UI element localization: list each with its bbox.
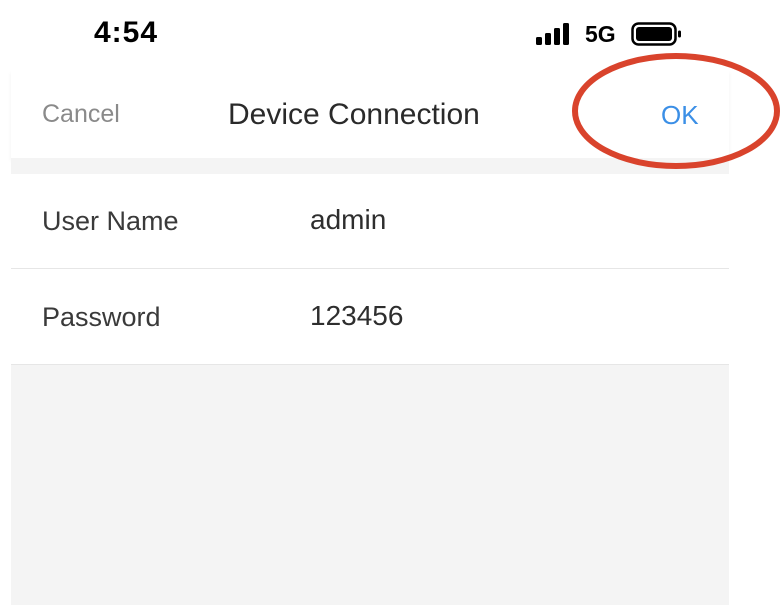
status-bar: 4:54 5G	[0, 0, 782, 70]
username-label: User Name	[42, 206, 179, 236]
page-title: Device Connection	[228, 98, 480, 131]
cancel-button[interactable]: Cancel	[42, 100, 120, 129]
username-field[interactable]	[310, 200, 690, 240]
status-time: 4:54	[94, 16, 159, 49]
battery-full-icon	[631, 22, 681, 46]
username-row: User Name	[11, 174, 729, 269]
network-type-label: 5G	[585, 21, 616, 47]
password-field[interactable]	[310, 296, 690, 336]
password-label: Password	[42, 302, 161, 332]
signal-bars-icon	[536, 23, 569, 45]
password-row: Password	[11, 270, 729, 365]
empty-content-area	[11, 365, 729, 605]
ok-button[interactable]: OK	[661, 100, 699, 131]
section-spacer	[11, 158, 729, 174]
device-connection-screen: 4:54 5G Cancel Device Connection OK User…	[0, 0, 782, 605]
nav-bar: Cancel Device Connection OK	[11, 70, 729, 158]
